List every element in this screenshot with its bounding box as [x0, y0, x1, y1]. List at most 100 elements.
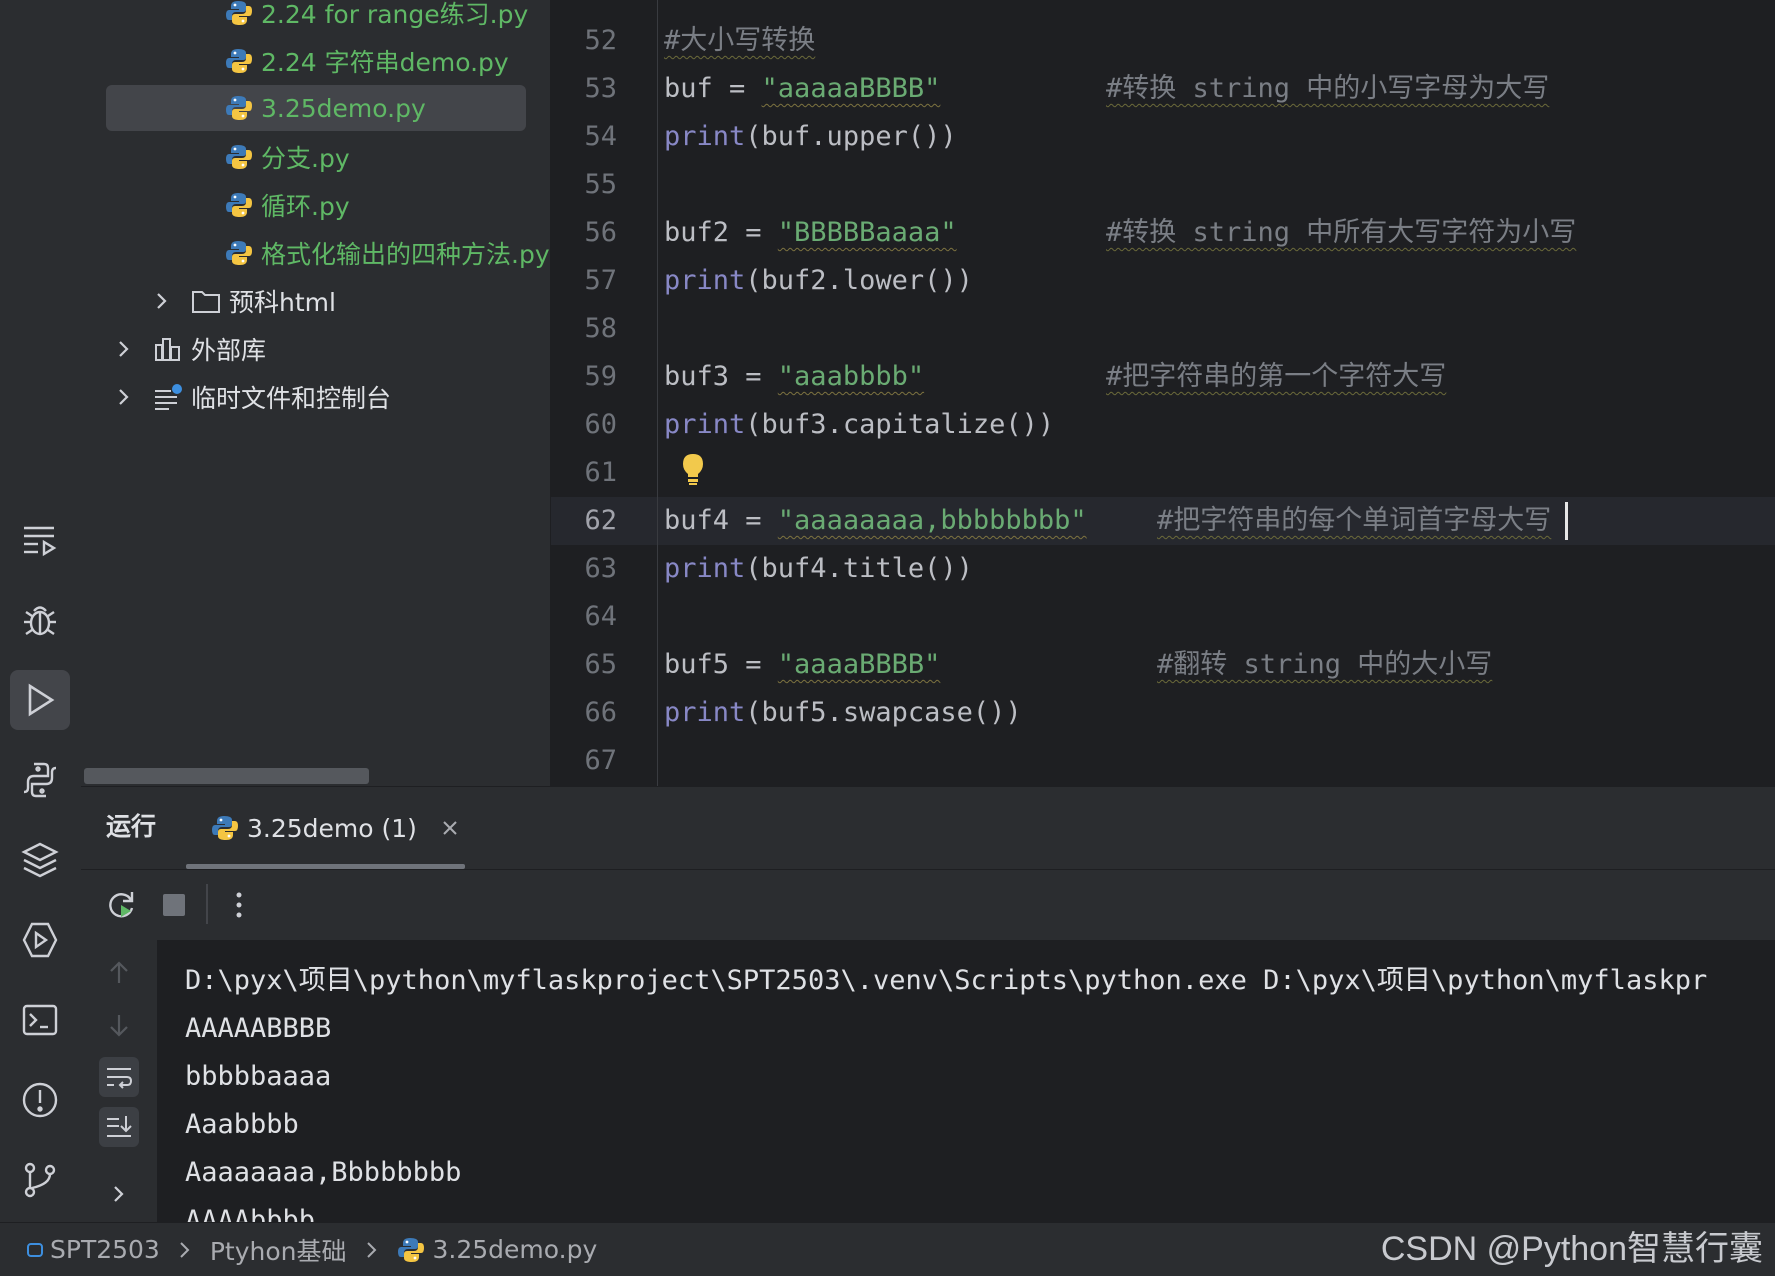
breadcrumb-project[interactable]: SPT2503: [26, 1235, 160, 1264]
chevron-right-icon[interactable]: [113, 338, 135, 360]
code-function: print: [664, 697, 746, 728]
code-call: (buf4.title()): [745, 553, 973, 584]
tree-file-item[interactable]: 分支.py: [225, 134, 350, 180]
rerun-icon[interactable]: [101, 885, 141, 925]
code-line: buf3 = "aaabbbb": [664, 353, 924, 401]
chevron-right-icon[interactable]: [99, 1174, 139, 1214]
python-file-icon: [226, 1, 252, 25]
tab-active-indicator: [186, 864, 465, 869]
line-number: 63: [584, 553, 617, 584]
tree-scratches-label: 临时文件和控制台: [191, 384, 392, 413]
line-number: 64: [584, 601, 617, 632]
console-output-line: Aaabbbb: [185, 1109, 299, 1140]
code-string: "BBBBBaaaa": [777, 217, 957, 248]
tree-file-item[interactable]: 格式化输出的四种方法.py: [225, 230, 550, 276]
tree-scratches[interactable]: 临时文件和控制台: [113, 374, 391, 420]
console-side-toolbar: [81, 940, 157, 1222]
debug-icon[interactable]: [10, 590, 70, 650]
run-console[interactable]: D:\pyx\项目\python\myflaskproject\SPT2503\…: [81, 940, 1775, 1236]
soft-wrap-icon[interactable]: [99, 1057, 139, 1097]
line-number: 65: [584, 649, 617, 680]
structure-icon[interactable]: [10, 510, 70, 570]
code-function: print: [664, 409, 746, 440]
run-tab[interactable]: 3.25demo (1): [211, 787, 459, 869]
python-file-icon: [397, 1237, 424, 1262]
code-line-current: buf4 = "aaaaaaaa,bbbbbbbb": [664, 497, 1087, 545]
tree-file-label: 格式化输出的四种方法.py: [261, 240, 550, 269]
tree-folder-item[interactable]: 预科html: [151, 278, 336, 324]
code-comment: #转换 string 中的小写字母为大写: [1106, 73, 1550, 104]
line-number: 52: [584, 25, 617, 56]
line-number: 57: [584, 265, 617, 296]
git-icon[interactable]: [10, 1150, 70, 1210]
code-line: buf = "aaaaaBBBB": [664, 65, 940, 113]
code-function: print: [664, 553, 746, 584]
line-number: 60: [584, 409, 617, 440]
code-comment: #把字符串的第一个字符大写: [1106, 361, 1447, 392]
scroll-to-end-icon[interactable]: [99, 1107, 139, 1147]
scroll-up-icon[interactable]: [99, 953, 139, 993]
chevron-right-icon: [366, 1241, 376, 1258]
breadcrumb-folder[interactable]: Ptyhon基础: [210, 1232, 347, 1268]
scroll-down-icon[interactable]: [99, 1005, 139, 1045]
line-number: 56: [584, 217, 617, 248]
code-line: print(buf5.swapcase()): [664, 689, 1022, 737]
horizontal-scrollbar[interactable]: [84, 768, 369, 784]
console-output-line: D:\pyx\项目\python\myflaskproject\SPT2503\…: [185, 965, 1708, 996]
code-function: print: [664, 121, 746, 152]
code-string: "aaabbbb": [777, 361, 925, 392]
tree-file-label: 分支.py: [261, 144, 350, 173]
code-line: print(buf4.title()): [664, 545, 973, 593]
line-number: 55: [584, 169, 617, 200]
code-call: (buf3.capitalize()): [745, 409, 1055, 440]
lightbulb-icon[interactable]: [679, 452, 707, 486]
tree-file-item-selected[interactable]: 3.25demo.py: [106, 85, 526, 131]
console-output-line: bbbbbaaaa: [185, 1061, 332, 1092]
run-tab-label: 3.25demo (1): [247, 813, 417, 843]
gutter-separator: [657, 0, 658, 786]
chevron-right-icon[interactable]: [113, 386, 135, 408]
tool-window-stripe: [0, 0, 82, 1222]
tree-external-libraries[interactable]: 外部库: [113, 326, 266, 372]
breadcrumb-file[interactable]: 3.25demo.py: [397, 1235, 597, 1264]
layers-icon[interactable]: [10, 830, 70, 890]
tree-file-label: 2.24 字符串demo.py: [261, 48, 509, 77]
code-editor[interactable]: 52 53 54 55 56 57 58 59 60 61 62 63 64 6…: [551, 0, 1775, 786]
code-comment: #转换 string 中所有大写字符为小写: [1106, 217, 1577, 248]
more-options-icon[interactable]: [219, 885, 259, 925]
chevron-right-icon[interactable]: [151, 290, 173, 312]
folder-icon: [192, 291, 220, 313]
project-icon: [27, 1242, 43, 1257]
run-toolbar: [81, 870, 1775, 940]
code-variable: buf4 =: [664, 505, 778, 536]
code-variable: buf3 =: [664, 361, 778, 392]
tree-file-item[interactable]: 循环.py: [225, 182, 350, 228]
code-string: "aaaaBBBB": [777, 649, 941, 680]
console-output-line: Aaaaaaaa,Bbbbbbbb: [185, 1157, 462, 1188]
services-icon[interactable]: [10, 910, 70, 970]
scratches-icon: [155, 384, 182, 410]
stop-icon[interactable]: [154, 885, 194, 925]
line-number: 54: [584, 121, 617, 152]
terminal-icon[interactable]: [10, 990, 70, 1050]
close-icon[interactable]: [441, 819, 459, 837]
python-file-icon: [212, 816, 238, 840]
run-panel-title: 运行: [106, 812, 157, 841]
tree-file-label: 循环.py: [261, 192, 350, 221]
code-call: (buf2.lower()): [745, 265, 973, 296]
code-variable: buf2 =: [664, 217, 778, 248]
run-icon[interactable]: [10, 670, 70, 730]
breadcrumb-label: SPT2503: [50, 1235, 160, 1264]
library-icon: [155, 338, 180, 361]
problems-icon[interactable]: [10, 1070, 70, 1130]
python-file-icon: [226, 241, 252, 265]
tree-file-item[interactable]: 2.24 for range练习.py: [225, 0, 528, 36]
python-console-icon[interactable]: [10, 750, 70, 810]
code-string: "aaaaaBBBB": [761, 73, 941, 104]
tree-file-item[interactable]: 2.24 字符串demo.py: [225, 38, 509, 84]
code-comment: #翻转 string 中的大小写: [1157, 649, 1493, 680]
code-line: print(buf3.capitalize()): [664, 401, 1054, 449]
code-line: print(buf.upper()): [664, 113, 957, 161]
line-number: 59: [584, 361, 617, 392]
line-number: 58: [584, 313, 617, 344]
